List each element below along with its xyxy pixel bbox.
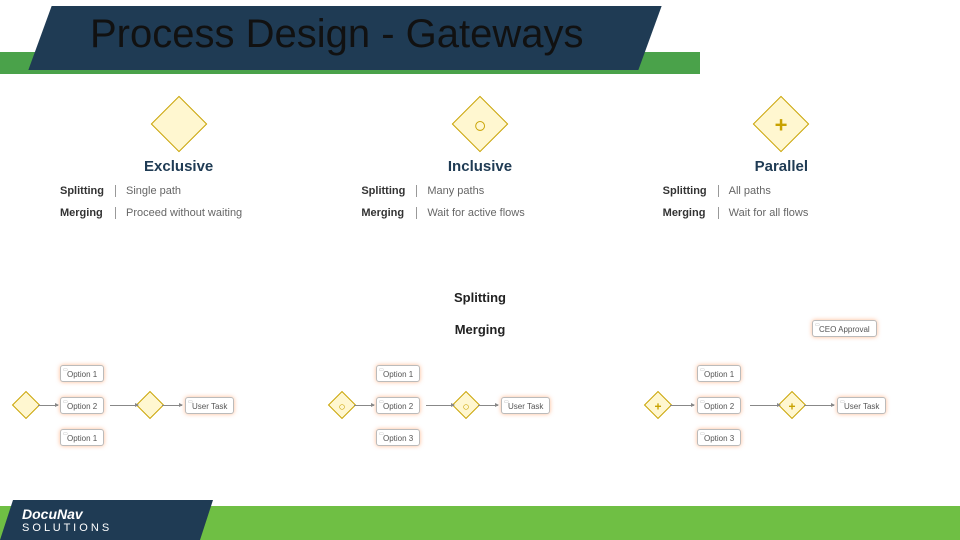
task-node: ▭Option 2 xyxy=(376,397,420,414)
task-node: ▭Option 2 xyxy=(697,397,741,414)
splitting-label: Splitting xyxy=(361,185,417,197)
task-node: ▭User Task xyxy=(837,397,886,414)
splitting-value: All paths xyxy=(719,185,771,197)
center-splitting-label: Splitting xyxy=(420,290,540,305)
diagram-exclusive: ▭Option 1 ▭Option 2 ▭Option 1 ▭User Task xyxy=(10,335,318,480)
merge-gateway-icon xyxy=(136,391,164,419)
parallel-gateway-icon: + xyxy=(757,104,805,152)
flow-arrow xyxy=(670,405,694,406)
split-gateway-icon xyxy=(12,391,40,419)
slide-title: Process Design - Gateways xyxy=(90,12,584,57)
gateway-columns: Exclusive Splitting Single path Merging … xyxy=(40,100,920,285)
merging-value: Proceed without waiting xyxy=(116,207,242,219)
flow-arrow xyxy=(426,405,454,406)
flow-arrow xyxy=(478,405,498,406)
merging-row: Merging Wait for all flows xyxy=(663,207,920,219)
inclusive-gateway-icon: ○ xyxy=(456,104,504,152)
task-node: ▭User Task xyxy=(501,397,550,414)
splitting-value: Single path xyxy=(116,185,181,197)
diagram-inclusive: ○ ▭Option 1 ▭Option 2 ▭Option 3 ○ ▭User … xyxy=(326,335,634,480)
diagram-parallel: ▭CEO Approval + ▭Option 1 ▭Option 2 ▭Opt… xyxy=(642,335,950,480)
brand-logo: DocuNav S O L U T I O N S xyxy=(22,508,109,534)
task-node: ▭Option 3 xyxy=(376,429,420,446)
diagram-mockups: ▭Option 1 ▭Option 2 ▭Option 1 ▭User Task… xyxy=(10,335,950,480)
merging-row: Merging Proceed without waiting xyxy=(60,207,317,219)
splitting-row: Splitting Single path xyxy=(60,185,317,197)
merging-label: Merging xyxy=(663,207,719,219)
gateway-name: Inclusive xyxy=(341,158,618,175)
splitting-value: Many paths xyxy=(417,185,484,197)
exclusive-gateway-icon xyxy=(155,104,203,152)
gateway-inclusive: ○ Inclusive Splitting Many paths Merging… xyxy=(341,100,618,285)
split-gateway-icon: ○ xyxy=(328,391,356,419)
merging-label: Merging xyxy=(60,207,116,219)
task-node: ▭Option 1 xyxy=(60,365,104,382)
flow-arrow xyxy=(750,405,780,406)
merge-gateway-icon: ○ xyxy=(452,391,480,419)
gateway-name: Exclusive xyxy=(40,158,317,175)
gateway-name: Parallel xyxy=(643,158,920,175)
flow-arrow xyxy=(162,405,182,406)
task-node: ▭CEO Approval xyxy=(812,320,877,337)
task-node: ▭Option 3 xyxy=(697,429,741,446)
merging-label: Merging xyxy=(361,207,417,219)
splitting-label: Splitting xyxy=(60,185,116,197)
brand-name: DocuNav xyxy=(22,506,83,522)
splitting-row: Splitting All paths xyxy=(663,185,920,197)
flow-arrow xyxy=(804,405,834,406)
merging-row: Merging Wait for active flows xyxy=(361,207,618,219)
splitting-row: Splitting Many paths xyxy=(361,185,618,197)
task-node: ▭Option 2 xyxy=(60,397,104,414)
flow-arrow xyxy=(110,405,138,406)
footer-bar xyxy=(0,506,960,540)
task-node: ▭User Task xyxy=(185,397,234,414)
merging-value: Wait for all flows xyxy=(719,207,809,219)
merge-gateway-icon: + xyxy=(778,391,806,419)
task-node: ▭Option 1 xyxy=(376,365,420,382)
flow-arrow xyxy=(38,405,58,406)
task-node: ▭Option 1 xyxy=(697,365,741,382)
flow-arrow xyxy=(354,405,374,406)
gateway-parallel: + Parallel Splitting All paths Merging W… xyxy=(643,100,920,285)
split-gateway-icon: + xyxy=(644,391,672,419)
merging-value: Wait for active flows xyxy=(417,207,524,219)
gateway-exclusive: Exclusive Splitting Single path Merging … xyxy=(40,100,317,285)
brand-subtitle: S O L U T I O N S xyxy=(22,522,109,534)
task-node: ▭Option 1 xyxy=(60,429,104,446)
title-banner: Process Design - Gateways xyxy=(0,6,960,84)
splitting-label: Splitting xyxy=(663,185,719,197)
